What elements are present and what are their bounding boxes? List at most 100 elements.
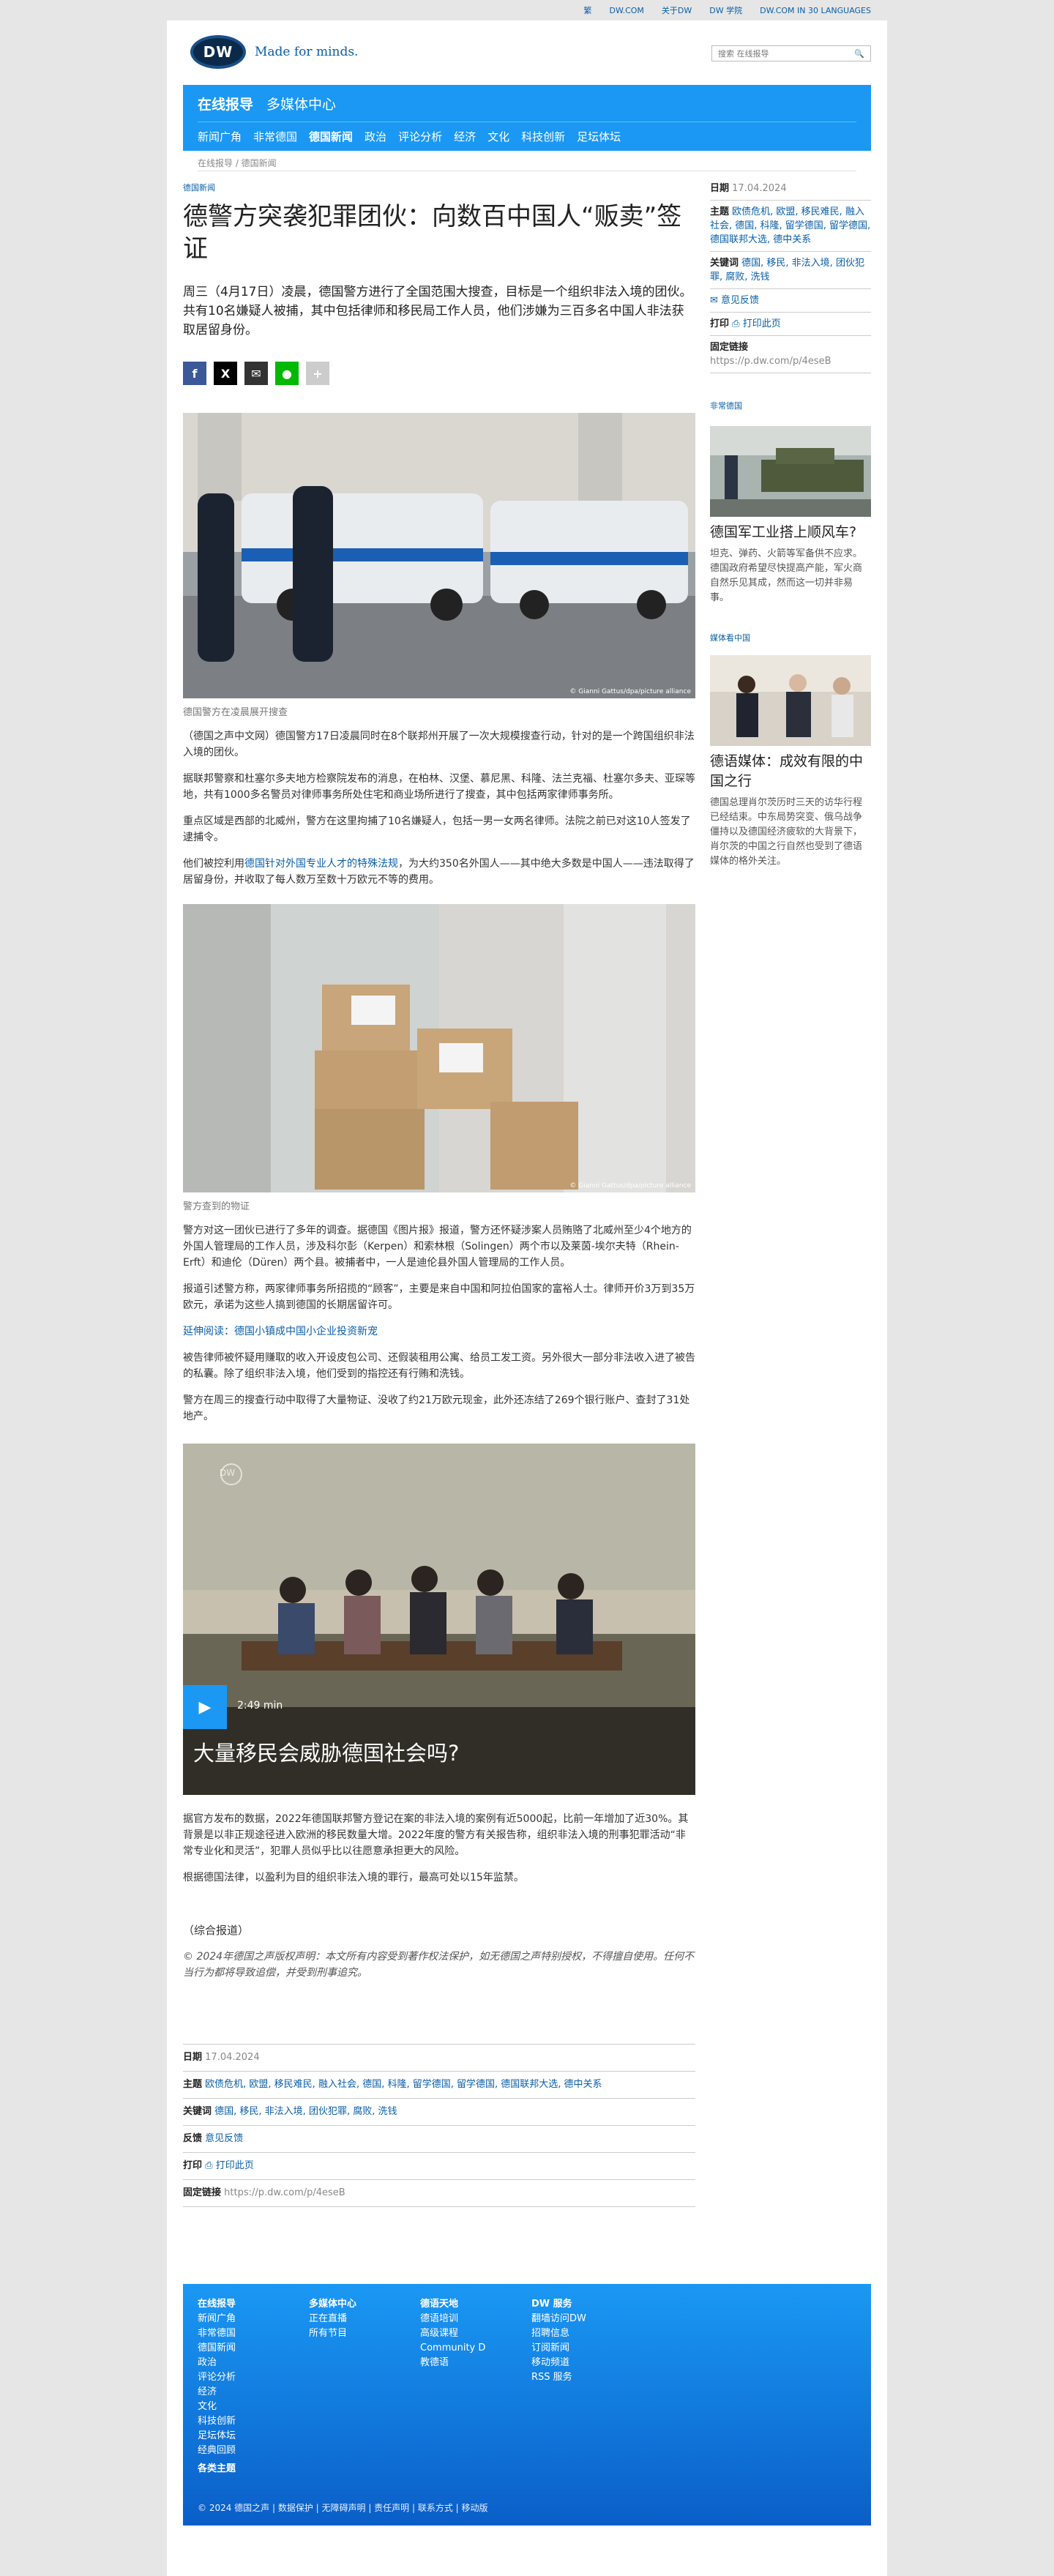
article-title: 德警方突袭犯罪团伙：向数百中国人“贩卖”签证 (183, 202, 682, 264)
paragraph-10: 根据德国法律，以盈利为目的组织非法入境的罪行，最高可处以15年监禁。 (183, 1872, 524, 1884)
meta-block-bottom: 日期 17.04.2024 主题 欧债危机, 欧盟, 移民难民, 融入社会, 德… (183, 2044, 695, 2207)
side-permalink-label: 固定链接 (710, 342, 749, 353)
footer-link[interactable]: 新闻广角 (198, 2312, 309, 2326)
footer-link[interactable]: 德国新闻 (198, 2341, 309, 2356)
search-placeholder: 搜索 在线报导 (718, 49, 769, 59)
sidebar-meta: 日期 17.04.2024 主题 欧债危机, 欧盟, 移民难民, 融入社会, 德… (710, 177, 871, 373)
footer-link[interactable]: 高级课程 (420, 2326, 531, 2341)
search-input[interactable]: 搜索 在线报导 🔍 (711, 45, 871, 61)
paragraph-4-link[interactable]: 德国针对外国专业人才的特殊法规 (244, 858, 398, 870)
footer-link[interactable]: 经济 (198, 2385, 309, 2400)
meta-feedback-label: 反馈 (183, 2133, 203, 2144)
footer-link[interactable]: 正在直播 (309, 2312, 420, 2326)
site-footer: 在线报导 新闻广角 非常德国 德国新闻 政治 评论分析 经济 文化 科技创新 足… (183, 2284, 871, 2525)
footer-link[interactable]: 政治 (198, 2356, 309, 2370)
side-card2-head[interactable]: 媒体看中国 (710, 632, 871, 643)
meta-topics-row: 主题 欧债危机, 欧盟, 移民难民, 融入社会, 德国, 科隆, 留学德国, 留… (183, 2071, 695, 2098)
side-feedback[interactable]: ✉ 意见反馈 (710, 295, 759, 306)
side-card1-image[interactable] (710, 426, 871, 517)
x-icon[interactable]: X (214, 362, 237, 385)
side-card2-image[interactable] (710, 655, 871, 746)
meta-date-row: 日期 17.04.2024 (183, 2044, 695, 2071)
side-card2-title[interactable]: 德语媒体：成效有限的中国之行 (710, 752, 871, 791)
footer-link[interactable]: 订阅新闻 (531, 2341, 643, 2356)
side-card1-head[interactable]: 非常德国 (710, 400, 871, 411)
top-link-academy[interactable]: DW 学院 (709, 4, 742, 16)
further-reading-text[interactable]: 延伸阅读：德国小镇成中国小企业投资新宠 (183, 1326, 378, 1337)
footer-col3-head[interactable]: 德语天地 (420, 2297, 531, 2312)
nav-item-sports[interactable]: 足坛体坛 (577, 129, 621, 144)
play-icon: ▶ (198, 1698, 212, 1717)
top-link-about[interactable]: 关于DW (662, 4, 692, 16)
footer-link[interactable]: 德语培训 (420, 2312, 531, 2326)
print-link[interactable]: ⎙ 打印此页 (205, 2160, 254, 2171)
top-link-languages[interactable]: DW.COM IN 30 LANGUAGES (760, 6, 871, 15)
footer-col2-head[interactable]: 多媒体中心 (309, 2297, 420, 2312)
side-print-link[interactable]: ⎙ 打印此页 (732, 318, 781, 329)
meta-feedback-row: 反馈 意见反馈 (183, 2125, 695, 2152)
side-topics[interactable]: 欧债危机, 欧盟, 移民难民, 融入社会, 德国, 科隆, 留学德国, 留学德国… (710, 206, 870, 245)
side-feedback-row: ✉ 意见反馈 (710, 289, 871, 313)
nav-item-economy[interactable]: 经济 (454, 129, 476, 144)
nav-item-culture[interactable]: 文化 (487, 129, 509, 144)
email-icon[interactable]: ✉ (244, 362, 268, 385)
more-share-icon[interactable]: + (306, 362, 329, 385)
main-nav: 在线报导 多媒体中心 新闻广角 非常德国 德国新闻 政治 评论分析 经济 文化 … (183, 85, 871, 151)
nav-item-politics[interactable]: 政治 (365, 129, 386, 144)
footer-topics-link[interactable]: 各类主题 (198, 2460, 236, 2474)
meta-permalink-label: 固定链接 (183, 2187, 222, 2198)
search-icon[interactable]: 🔍 (854, 49, 864, 59)
footer-link[interactable]: 教德语 (420, 2356, 531, 2370)
footer-link[interactable]: 科技创新 (198, 2414, 309, 2429)
nav-item-news[interactable]: 新闻广角 (198, 129, 242, 144)
footer-link[interactable]: 经典回顾 (198, 2444, 309, 2458)
nav-item-german-news[interactable]: 德国新闻 (309, 129, 353, 144)
video-title[interactable]: 大量移民会威胁德国社会吗? (193, 1736, 459, 1767)
nav-item-science[interactable]: 科技创新 (521, 129, 565, 144)
facebook-icon[interactable]: f (183, 362, 206, 385)
footer-col4-head[interactable]: DW 服务 (531, 2297, 643, 2312)
video-duration: 2:49 min (237, 1700, 283, 1711)
meta-topics[interactable]: 欧债危机, 欧盟, 移民难民, 融入社会, 德国, 科隆, 留学德国, 留学德国… (205, 2079, 602, 2090)
footer-link[interactable]: 翻墙访问DW (531, 2312, 643, 2326)
top-link-traditional[interactable]: 繁 (584, 4, 592, 16)
footer-link[interactable]: 评论分析 (198, 2370, 309, 2385)
evidence-boxes-image (183, 904, 695, 1192)
print-text: 打印此页 (215, 2160, 254, 2171)
footer-link[interactable]: 所有节目 (309, 2326, 420, 2341)
side-card2-body: 德国总理肖尔茨历时三天的访华行程已经结束。中东局势突变、俄乌战争僵持以及德国经济… (710, 797, 863, 867)
photo-evidence: © Gianni Gattus/dpa/picture alliance (183, 904, 695, 1192)
article-kicker[interactable]: 德国新闻 (183, 182, 695, 193)
meta-permalink[interactable]: https://p.dw.com/p/4eseB (224, 2187, 345, 2198)
line-icon[interactable]: ● (275, 362, 299, 385)
meta-print-label: 打印 (183, 2160, 203, 2171)
footer-bottom-links[interactable]: © 2024 德国之声 | 数据保护 | 无障碍声明 | 责任声明 | 联系方式… (198, 2501, 488, 2514)
footer-col1-head[interactable]: 在线报导 (198, 2297, 309, 2312)
meta-keywords-row: 关键词 德国, 移民, 非法入境, 团伙犯罪, 腐败, 洗钱 (183, 2098, 695, 2125)
footer-link[interactable]: 文化 (198, 2400, 309, 2414)
meta-feedback[interactable]: 意见反馈 (205, 2133, 243, 2144)
footer-link[interactable]: 移动频道 (531, 2356, 643, 2370)
video-player[interactable]: DW ▶ 2:49 min 大量移民会威胁德国社会吗? (183, 1444, 695, 1795)
dw-logo[interactable]: DW (190, 35, 246, 69)
top-link-dwcom[interactable]: DW.COM (610, 6, 644, 15)
side-permalink[interactable]: https://p.dw.com/p/4eseB (710, 356, 831, 367)
play-button[interactable]: ▶ (183, 1685, 227, 1729)
nav-item-germany[interactable]: 非常德国 (253, 129, 297, 144)
footer-link[interactable]: RSS 服务 (531, 2370, 643, 2385)
meta-keywords[interactable]: 德国, 移民, 非法入境, 团伙犯罪, 腐败, 洗钱 (214, 2106, 397, 2117)
footer-link[interactable]: 足坛体坛 (198, 2429, 309, 2444)
footer-col-services: DW 服务 翻墙访问DW 招聘信息 订阅新闻 移动频道 RSS 服务 (531, 2297, 643, 2458)
copyright-notice: © 2024年德国之声版权声明：本文所有内容受到著作权法保护，如无德国之声特别授… (183, 1951, 695, 1979)
photo1-caption: 德国警方在凌晨展开搜查 (183, 707, 288, 718)
nav-item-commentary[interactable]: 评论分析 (398, 129, 442, 144)
nav-media-center[interactable]: 多媒体中心 (266, 94, 336, 113)
footer-link[interactable]: Community D (420, 2341, 531, 2356)
footer-link[interactable]: 招聘信息 (531, 2326, 643, 2341)
nav-online-reports[interactable]: 在线报导 (198, 94, 253, 113)
further-reading-link[interactable]: 延伸阅读：德国小镇成中国小企业投资新宠 (183, 1324, 695, 1340)
footer-link[interactable]: 非常德国 (198, 2326, 309, 2341)
paragraph-6: 报道引述警方称，两家律师事务所招揽的“顾客”，主要是来自中国和阿拉伯国家的富裕人… (183, 1283, 695, 1311)
paragraph-5: 警方对这一团伙已进行了多年的调查。据德国《图片报》报道，警方还怀疑涉案人员贿赂了… (183, 1225, 692, 1269)
side-card1-title[interactable]: 德国军工业搭上顺风车? (710, 523, 871, 542)
